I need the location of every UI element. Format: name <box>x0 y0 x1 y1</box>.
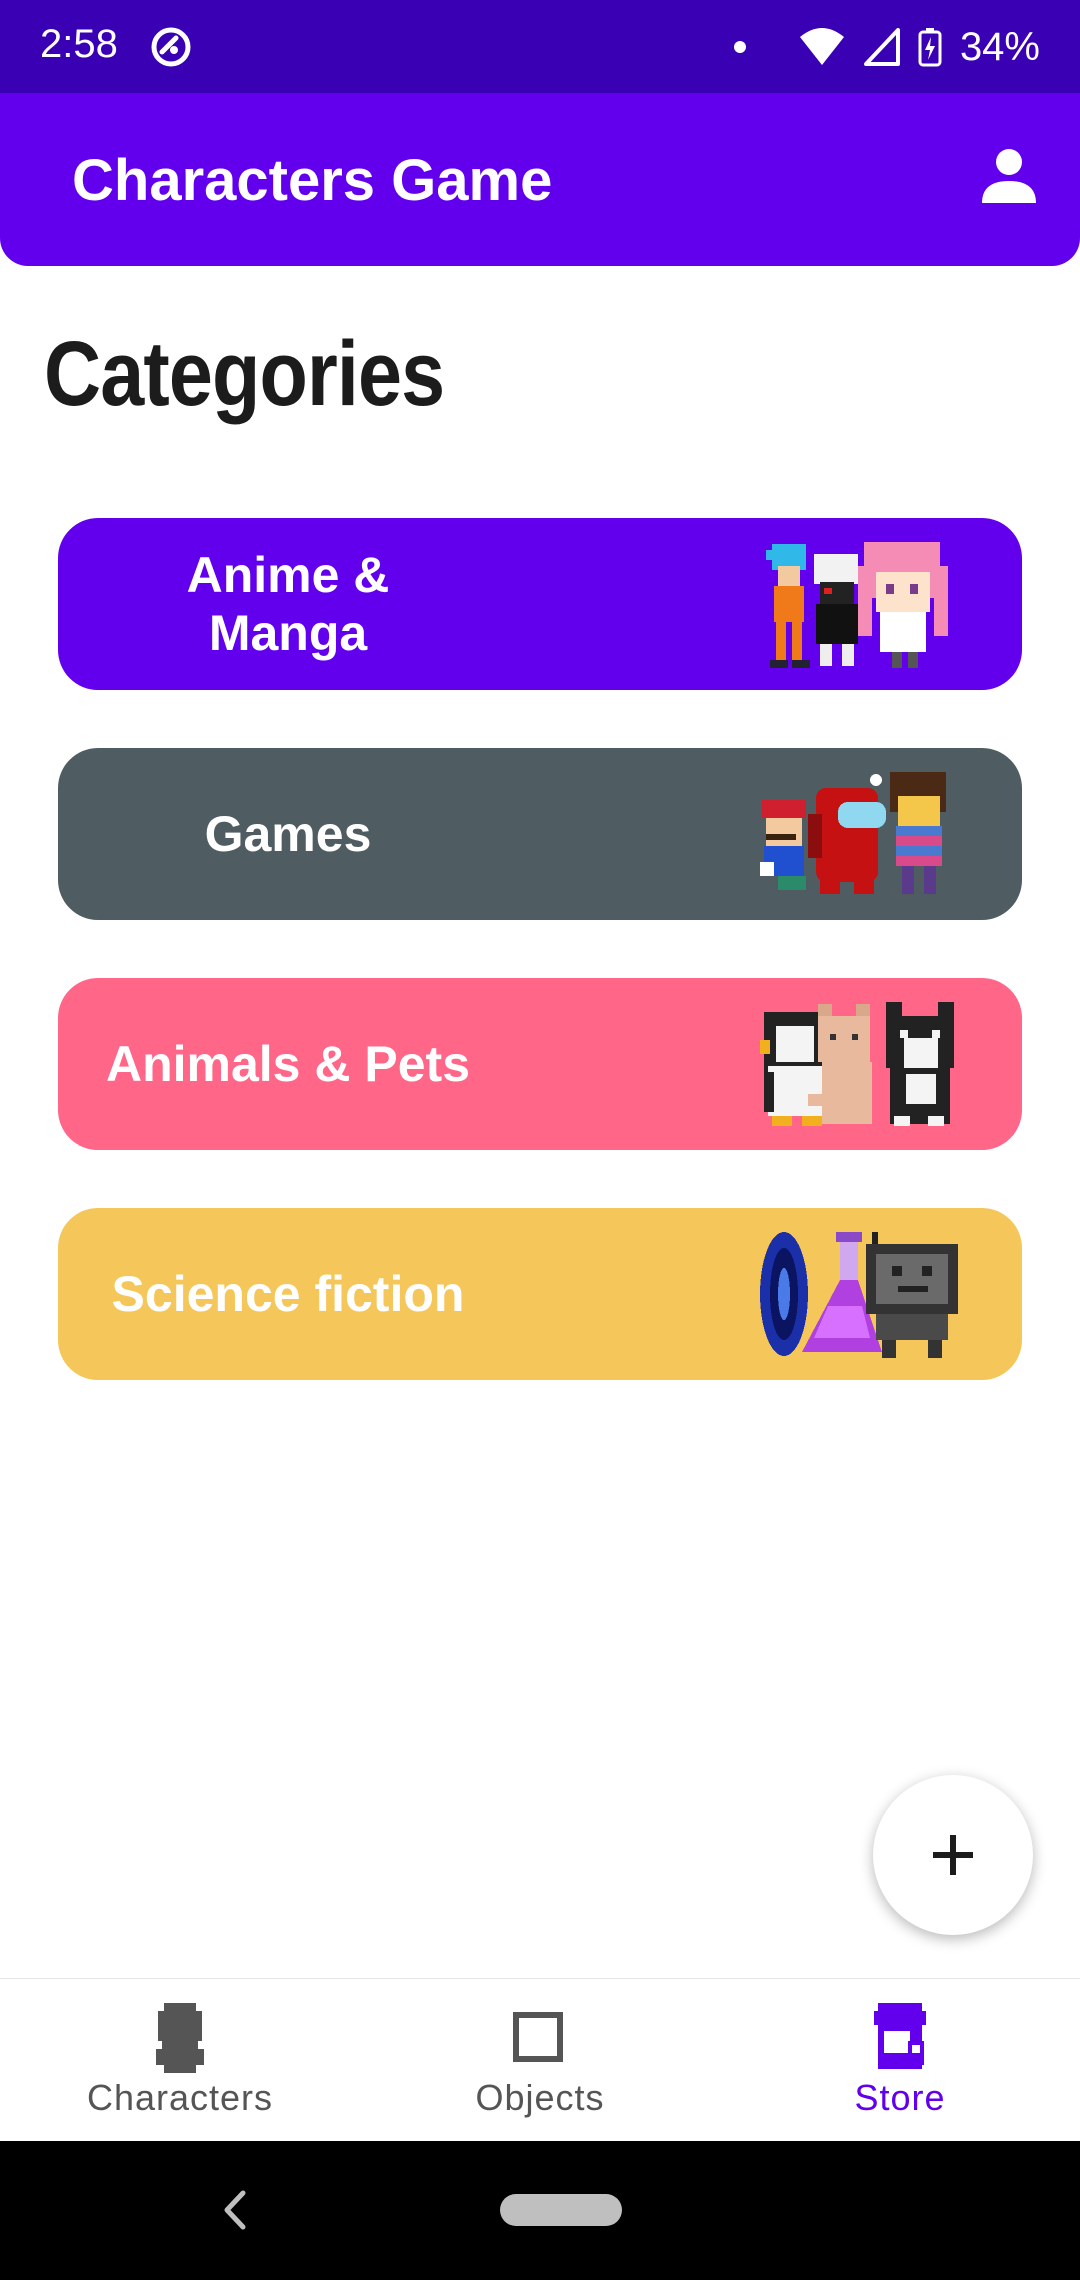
category-list: Anime & Manga Games Animals & Pets Scien… <box>58 518 1022 1438</box>
category-label: Science fiction <box>111 1266 465 1322</box>
scifi-pixel-art <box>760 1232 958 1358</box>
app-notification-icon <box>151 27 191 67</box>
category-card-anime-manga[interactable]: Anime & Manga <box>58 518 1022 690</box>
battery-percent: 34% <box>959 24 1040 69</box>
status-bar: 2:58 34% <box>0 0 1080 93</box>
app-title: Characters Game <box>72 148 553 213</box>
nav-item-objects[interactable]: Objects <box>360 1979 720 2142</box>
nav-label-characters: Characters <box>86 2077 274 2118</box>
nav-label-store: Store <box>854 2077 946 2118</box>
page-heading: Categories <box>44 323 445 425</box>
nav-label-objects: Objects <box>475 2077 605 2118</box>
cell-signal-icon <box>863 28 900 66</box>
category-card-animals-pets[interactable]: Animals & Pets <box>58 978 1022 1150</box>
square-outline-icon <box>513 2012 563 2062</box>
nav-item-characters[interactable]: Characters <box>0 1979 360 2142</box>
character-silhouette-icon <box>156 2003 204 2073</box>
battery-charging-icon <box>918 28 942 67</box>
category-label: Anime & Manga <box>186 547 390 661</box>
person-icon[interactable] <box>978 145 1040 207</box>
wifi-icon <box>799 28 844 65</box>
anime-characters-pixel-art <box>766 542 948 668</box>
category-card-games[interactable]: Games <box>58 748 1022 920</box>
app-bar: Characters Game <box>0 93 1080 266</box>
dot-icon <box>733 41 746 53</box>
category-label: Animals & Pets <box>105 1036 470 1092</box>
plus-icon <box>933 1835 973 1875</box>
category-label: Games <box>204 806 372 862</box>
store-icon <box>874 2003 926 2069</box>
animals-pixel-art <box>760 1002 954 1126</box>
system-navigation-bar <box>0 2141 1080 2280</box>
status-icons: 34% <box>733 20 1040 74</box>
bottom-navigation: Characters Objects Store <box>0 1978 1080 2141</box>
home-pill-icon[interactable] <box>500 2194 622 2226</box>
add-fab-button[interactable] <box>873 1775 1033 1935</box>
category-card-science-fiction[interactable]: Science fiction <box>58 1208 1022 1380</box>
status-time: 2:58 <box>40 22 118 66</box>
game-characters-pixel-art <box>760 772 946 894</box>
nav-item-store[interactable]: Store <box>720 1979 1080 2142</box>
back-chevron-icon[interactable] <box>215 2185 255 2235</box>
